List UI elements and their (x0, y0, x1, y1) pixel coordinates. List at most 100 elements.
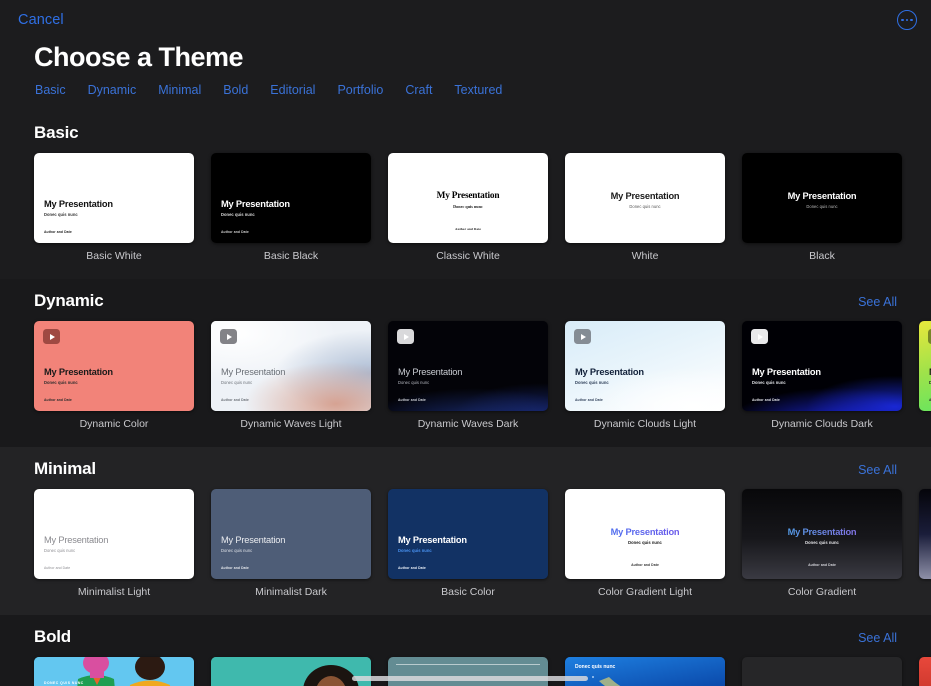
theme-item[interactable]: My Presentation Donec quis nunc Author a… (388, 321, 548, 431)
theme-item[interactable]: My Presentation Donec quis nunc Author a… (565, 489, 725, 599)
theme-item[interactable]: My Presentation Donec quis nunc Author a… (211, 153, 371, 263)
theme-item[interactable]: My Presentation Donec quis nunc Author a… (34, 321, 194, 431)
play-icon (397, 329, 414, 344)
theme-row-bold[interactable]: DONEC QUIS NUNC MY PRESENTATION Donec qu… (34, 657, 931, 686)
slide-title: My Presentation (221, 367, 361, 378)
theme-thumbnail[interactable]: My Presentation Donec quis nunc Author a… (565, 321, 725, 411)
slide-subtitle: Donec quis nunc (752, 380, 892, 386)
theme-thumbnail[interactable]: My Presentation Donec quis nunc Author a… (742, 321, 902, 411)
theme-label: Dynamic Color (34, 411, 194, 431)
theme-thumbnail[interactable]: My Presentation Donec quis nunc Author a… (742, 489, 902, 579)
slide-author: Author and Date (742, 563, 902, 567)
theme-thumbnail[interactable]: DONEC QUIS NUNC MY PRESENTATION (742, 657, 902, 686)
slide-title: My Presentation (565, 191, 725, 202)
theme-item[interactable]: DONEC QUIS NUNC MY PRESENTATION Donec qu… (34, 657, 194, 686)
theme-item[interactable]: DONEC QUIS NUNC MY PRESENTATION (388, 657, 548, 686)
cancel-button[interactable]: Cancel (16, 10, 66, 30)
theme-item[interactable]: My Presentation Donec quis nunc Author a… (919, 321, 931, 431)
tab-editorial[interactable]: Editorial (270, 83, 315, 97)
theme-row-basic[interactable]: My Presentation Donec quis nunc Author a… (34, 153, 931, 267)
theme-thumbnail[interactable]: My Presentation Donec quis nunc Author a… (211, 489, 371, 579)
tab-craft[interactable]: Craft (405, 83, 432, 97)
slide-author: Author and Date (44, 230, 72, 234)
theme-thumbnail[interactable]: Donec quis nunc (565, 657, 725, 686)
theme-row-minimal[interactable]: My Presentation Donec quis nunc Author a… (34, 489, 931, 603)
tab-basic[interactable]: Basic (35, 83, 66, 97)
theme-row-dynamic[interactable]: My Presentation Donec quis nunc Author a… (34, 321, 931, 435)
theme-thumbnail[interactable]: My Presentation Donec quis nunc Author a… (388, 153, 548, 243)
tab-minimal[interactable]: Minimal (158, 83, 201, 97)
theme-thumbnail[interactable] (919, 489, 931, 579)
theme-item[interactable]: Donec quis nunc (565, 657, 725, 686)
theme-item[interactable] (919, 489, 931, 599)
theme-thumbnail[interactable]: My Presentation Donec quis nunc Author a… (388, 489, 548, 579)
section-minimal: Minimal See All My Presentation Donec qu… (0, 447, 931, 615)
section-header-bold: Bold See All (34, 615, 931, 657)
tab-bold[interactable]: Bold (223, 83, 248, 97)
see-all-bold[interactable]: See All (858, 631, 911, 645)
slide-author: Author and Date (388, 227, 548, 231)
theme-thumbnail[interactable]: My Presentation Donec quis nunc (565, 153, 725, 243)
slide-title: My Presentation (388, 191, 548, 202)
theme-item[interactable]: My Presentation Donec quis nunc Author a… (211, 321, 371, 431)
slide-photo: DONEC QUIS NUNC MY PRESENTATION (742, 657, 902, 686)
theme-item[interactable]: My Presentation Donec quis nunc Author a… (211, 489, 371, 599)
slide-author: Author and Date (44, 398, 72, 402)
slide-subtitle: Donec quis nunc (398, 380, 538, 386)
section-title: Basic (34, 123, 78, 143)
theme-label: Dynamic Waves Light (211, 411, 371, 431)
theme-item[interactable]: My Presentation Donec quis nunc Author a… (388, 489, 548, 599)
theme-thumbnail[interactable]: My Presentation Donec quis nunc Author a… (388, 321, 548, 411)
slide-title: My Presentation (44, 535, 184, 546)
theme-item[interactable]: DONEC QUIS NUNC MY PRESENTATION (742, 657, 902, 686)
theme-thumbnail[interactable]: MY PRESENTATION DONEC QUIS NUNC (211, 657, 371, 686)
slide-photo: MY PRESENTATION DONEC QUIS NUNC (211, 657, 371, 686)
see-all-minimal[interactable]: See All (858, 463, 911, 477)
section-header-dynamic: Dynamic See All (34, 279, 931, 321)
tab-dynamic[interactable]: Dynamic (88, 83, 137, 97)
slide-author: Author and Date (398, 566, 426, 570)
theme-item[interactable]: My Presentation Donec quis nunc Author a… (742, 489, 902, 599)
theme-thumbnail[interactable]: My Presentation Donec quis nunc Author a… (919, 321, 931, 411)
theme-thumbnail[interactable]: My Presentation Donec quis nunc Author a… (34, 321, 194, 411)
play-icon (751, 329, 768, 344)
theme-thumbnail[interactable]: My Presentation Donec quis nunc Author a… (34, 489, 194, 579)
theme-thumbnail[interactable] (919, 657, 931, 686)
theme-label: Basic White (34, 243, 194, 263)
theme-item[interactable]: My Presentation Donec quis nunc Author a… (388, 153, 548, 263)
theme-label (919, 411, 931, 418)
theme-item[interactable]: My Presentation Donec quis nunc Author a… (34, 489, 194, 599)
theme-chooser-screen: Cancel Choose a Theme Basic Dynamic Mini… (0, 0, 931, 686)
theme-item[interactable]: My Presentation Donec quis nunc Author a… (742, 321, 902, 431)
slide-photo: DONEC QUIS NUNC MY PRESENTATION Donec qu… (34, 657, 194, 686)
slide-title: My Presentation (221, 199, 361, 210)
theme-item[interactable]: My Presentation Donec quis nunc Black (742, 153, 902, 263)
theme-thumbnail[interactable]: My Presentation Donec quis nunc (742, 153, 902, 243)
ellipsis-circle-icon[interactable] (897, 10, 917, 30)
horizontal-scrollbar[interactable] (352, 676, 588, 681)
slide-title: My Presentation (752, 367, 892, 378)
slide-title: My Presentation (221, 535, 361, 546)
theme-thumbnail[interactable]: My Presentation Donec quis nunc Author a… (211, 153, 371, 243)
theme-item[interactable]: My Presentation Donec quis nunc Author a… (34, 153, 194, 263)
slide-author: Author and Date (221, 398, 249, 402)
tab-portfolio[interactable]: Portfolio (337, 83, 383, 97)
slide-author: Author and Date (575, 398, 603, 402)
slide-subtitle: Donec quis nunc (44, 548, 184, 554)
slide-author: Author and Date (44, 566, 70, 570)
see-all-dynamic[interactable]: See All (858, 295, 911, 309)
theme-item[interactable]: My Presentation Donec quis nunc Author a… (565, 321, 725, 431)
theme-item[interactable]: MY PRESENTATION DONEC QUIS NUNC (211, 657, 371, 686)
theme-thumbnail[interactable]: My Presentation Donec quis nunc Author a… (211, 321, 371, 411)
theme-thumbnail[interactable]: My Presentation Donec quis nunc Author a… (565, 489, 725, 579)
play-icon (220, 329, 237, 344)
page-header: Choose a Theme Basic Dynamic Minimal Bol… (0, 40, 931, 111)
theme-thumbnail[interactable]: My Presentation Donec quis nunc Author a… (34, 153, 194, 243)
theme-thumbnail[interactable]: DONEC QUIS NUNC MY PRESENTATION Donec qu… (34, 657, 194, 686)
theme-item[interactable]: My Presentation Donec quis nunc White (565, 153, 725, 263)
tab-textured[interactable]: Textured (454, 83, 502, 97)
section-header-basic: Basic (34, 111, 931, 153)
photo-turtle-illustration (565, 657, 725, 686)
theme-thumbnail[interactable]: DONEC QUIS NUNC MY PRESENTATION (388, 657, 548, 686)
theme-item[interactable] (919, 657, 931, 686)
